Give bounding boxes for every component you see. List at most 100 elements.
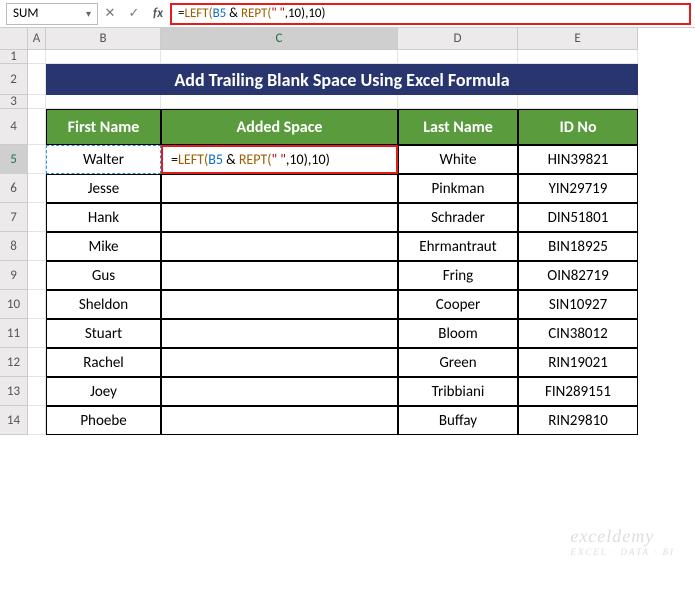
row-header-8[interactable]: 8 xyxy=(0,232,28,261)
header-id-no[interactable]: ID No xyxy=(518,109,638,145)
cell-b5[interactable]: Walter xyxy=(46,145,161,174)
cell-a3[interactable] xyxy=(28,95,46,109)
cell-c12[interactable] xyxy=(161,348,398,377)
cell-c11[interactable] xyxy=(161,319,398,348)
cell-d6[interactable]: Pinkman xyxy=(398,174,518,203)
cell-e10[interactable]: SIN10927 xyxy=(518,290,638,319)
cell-formula-text: =LEFT(B5 & REPT(" ",10),10) xyxy=(171,151,330,168)
cell-a12[interactable] xyxy=(28,348,46,377)
spreadsheet-grid[interactable]: A B C D E 1 2 Add Trailing Blank Space U… xyxy=(0,28,695,435)
cell-e9[interactable]: OIN82719 xyxy=(518,261,638,290)
cell-c1[interactable] xyxy=(161,50,398,64)
cell-d1[interactable] xyxy=(398,50,518,64)
row-header-7[interactable]: 7 xyxy=(0,203,28,232)
cell-d9[interactable]: Fring xyxy=(398,261,518,290)
cell-c13[interactable] xyxy=(161,377,398,406)
header-last-name[interactable]: Last Name xyxy=(398,109,518,145)
cell-a2[interactable] xyxy=(28,64,46,95)
cell-c8[interactable] xyxy=(161,232,398,261)
cell-d8[interactable]: Ehrmantraut xyxy=(398,232,518,261)
title-cell[interactable]: Add Trailing Blank Space Using Excel For… xyxy=(46,64,638,95)
cell-e6[interactable]: YIN29719 xyxy=(518,174,638,203)
cell-b1[interactable] xyxy=(46,50,161,64)
cell-b12[interactable]: Rachel xyxy=(46,348,161,377)
watermark: exceldemy EXCEL · DATA · BI xyxy=(570,526,675,557)
cell-b10[interactable]: Sheldon xyxy=(46,290,161,319)
cell-d5[interactable]: White xyxy=(398,145,518,174)
cell-e3[interactable] xyxy=(518,95,638,109)
row-header-3[interactable]: 3 xyxy=(0,95,28,109)
cell-a10[interactable] xyxy=(28,290,46,319)
cell-d3[interactable] xyxy=(398,95,518,109)
cancel-formula-button[interactable]: ✕ xyxy=(98,3,122,25)
formula-bar: SUM ▾ ✕ ✓ fx =LEFT(B5 & REPT(" ",10),10) xyxy=(0,0,695,28)
cell-e7[interactable]: DIN51801 xyxy=(518,203,638,232)
col-header-e[interactable]: E xyxy=(518,28,638,50)
cell-c3[interactable] xyxy=(161,95,398,109)
name-box[interactable]: SUM ▾ xyxy=(6,3,98,25)
cell-a11[interactable] xyxy=(28,319,46,348)
watermark-main: exceldemy xyxy=(570,526,654,546)
row-header-14[interactable]: 14 xyxy=(0,406,28,435)
cell-c5-editing[interactable]: =LEFT(B5 & REPT(" ",10),10) xyxy=(161,145,398,174)
row-header-12[interactable]: 12 xyxy=(0,348,28,377)
select-all-corner[interactable] xyxy=(0,28,28,50)
cell-d14[interactable]: Buffay xyxy=(398,406,518,435)
cell-e8[interactable]: BIN18925 xyxy=(518,232,638,261)
chevron-down-icon[interactable]: ▾ xyxy=(86,7,91,20)
header-first-name[interactable]: First Name xyxy=(46,109,161,145)
row-header-9[interactable]: 9 xyxy=(0,261,28,290)
cell-e13[interactable]: FIN289151 xyxy=(518,377,638,406)
cell-e12[interactable]: RIN19021 xyxy=(518,348,638,377)
row-header-1[interactable]: 1 xyxy=(0,50,28,64)
header-added-space[interactable]: Added Space xyxy=(161,109,398,145)
cell-d11[interactable]: Bloom xyxy=(398,319,518,348)
cell-c7[interactable] xyxy=(161,203,398,232)
col-header-a[interactable]: A xyxy=(28,28,46,50)
cell-c10[interactable] xyxy=(161,290,398,319)
cell-c6[interactable] xyxy=(161,174,398,203)
cell-a14[interactable] xyxy=(28,406,46,435)
col-header-b[interactable]: B xyxy=(46,28,161,50)
cell-d13[interactable]: Tribbiani xyxy=(398,377,518,406)
cell-a13[interactable] xyxy=(28,377,46,406)
cell-a6[interactable] xyxy=(28,174,46,203)
accept-formula-button[interactable]: ✓ xyxy=(122,3,146,25)
cell-d12[interactable]: Green xyxy=(398,348,518,377)
cell-c9[interactable] xyxy=(161,261,398,290)
row-header-2[interactable]: 2 xyxy=(0,64,28,95)
cell-a8[interactable] xyxy=(28,232,46,261)
cell-a7[interactable] xyxy=(28,203,46,232)
cell-c14[interactable] xyxy=(161,406,398,435)
name-box-value: SUM xyxy=(13,6,38,21)
formula-input[interactable]: =LEFT(B5 & REPT(" ",10),10) xyxy=(170,3,691,25)
cell-d10[interactable]: Cooper xyxy=(398,290,518,319)
row-header-10[interactable]: 10 xyxy=(0,290,28,319)
cell-a5[interactable] xyxy=(28,145,46,174)
cell-b6[interactable]: Jesse xyxy=(46,174,161,203)
cell-a9[interactable] xyxy=(28,261,46,290)
col-header-c[interactable]: C xyxy=(161,28,398,50)
cell-b11[interactable]: Stuart xyxy=(46,319,161,348)
cell-b3[interactable] xyxy=(46,95,161,109)
cell-e11[interactable]: CIN38012 xyxy=(518,319,638,348)
cell-b13[interactable]: Joey xyxy=(46,377,161,406)
cell-a1[interactable] xyxy=(28,50,46,64)
cell-d7[interactable]: Schrader xyxy=(398,203,518,232)
row-header-4[interactable]: 4 xyxy=(0,109,28,145)
row-header-5[interactable]: 5 xyxy=(0,145,28,174)
cell-b7[interactable]: Hank xyxy=(46,203,161,232)
row-header-6[interactable]: 6 xyxy=(0,174,28,203)
cell-e1[interactable] xyxy=(518,50,638,64)
cell-b8[interactable]: Mike xyxy=(46,232,161,261)
formula-text: =LEFT(B5 & REPT(" ",10),10) xyxy=(178,6,325,21)
cell-b14[interactable]: Phoebe xyxy=(46,406,161,435)
cell-e14[interactable]: RIN29810 xyxy=(518,406,638,435)
cell-a4[interactable] xyxy=(28,109,46,145)
row-header-11[interactable]: 11 xyxy=(0,319,28,348)
cell-b9[interactable]: Gus xyxy=(46,261,161,290)
row-header-13[interactable]: 13 xyxy=(0,377,28,406)
col-header-d[interactable]: D xyxy=(398,28,518,50)
fx-button[interactable]: fx xyxy=(146,3,170,25)
cell-e5[interactable]: HIN39821 xyxy=(518,145,638,174)
